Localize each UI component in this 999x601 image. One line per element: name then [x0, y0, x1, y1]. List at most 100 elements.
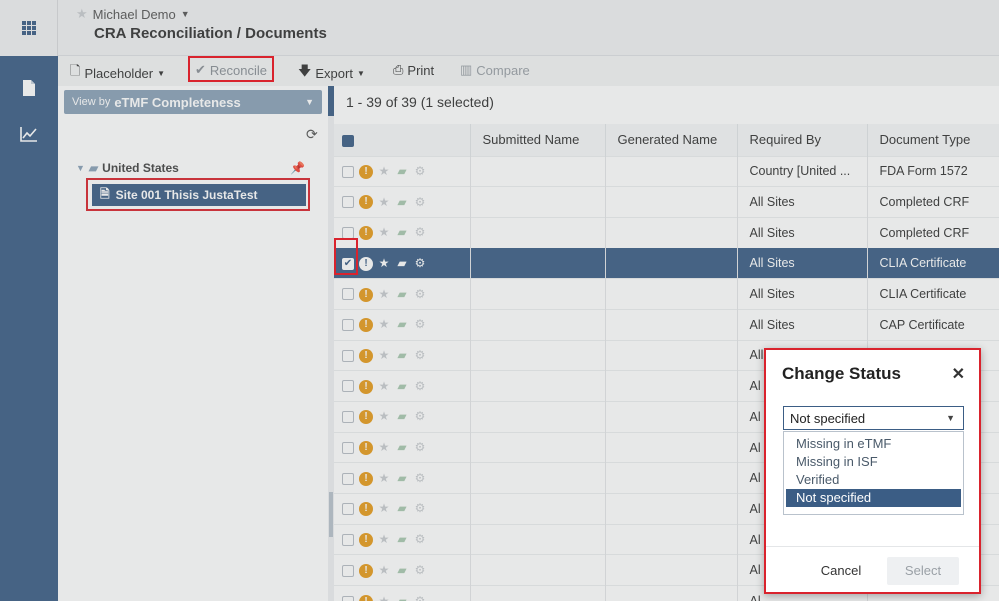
document-icon[interactable]: ▰	[393, 471, 411, 485]
alert-icon[interactable]: !	[359, 195, 373, 210]
star-icon[interactable]: ★	[375, 256, 393, 270]
select-button[interactable]: Select	[887, 557, 959, 585]
gear-icon[interactable]: ⚙	[411, 225, 429, 239]
tree-node-country[interactable]: ▼ ▰ United States	[76, 161, 179, 175]
placeholder-button[interactable]: 🗋 Placeholder ▼	[70, 62, 165, 84]
column-document-type[interactable]: Document Type	[866, 124, 999, 156]
gear-icon[interactable]: ⚙	[411, 379, 429, 393]
cancel-button[interactable]: Cancel	[810, 557, 872, 585]
view-by-dropdown[interactable]: View by eTMF Completeness ▼	[64, 90, 322, 114]
close-icon[interactable]: ✕	[952, 364, 965, 384]
user-menu[interactable]: ★ Michael Demo ▼	[76, 6, 190, 22]
gear-icon[interactable]: ⚙	[411, 471, 429, 485]
document-icon[interactable]: ▰	[393, 409, 411, 423]
document-icon[interactable]: ▰	[393, 440, 411, 454]
document-icon[interactable]: ▰	[393, 563, 411, 577]
row-checkbox[interactable]	[342, 227, 354, 239]
print-button[interactable]: ⎙ Print	[393, 62, 434, 78]
reconcile-button[interactable]: ✔ Reconcile	[195, 62, 267, 78]
table-row[interactable]: ! ★ ▰ ⚙ All Sites Completed CRF	[334, 186, 999, 218]
document-icon[interactable]: ▰	[393, 256, 411, 270]
star-icon[interactable]: ★	[375, 501, 393, 515]
star-icon[interactable]: ★	[375, 409, 393, 423]
pin-icon[interactable]: 📌	[290, 161, 305, 175]
star-icon[interactable]: ★	[375, 379, 393, 393]
star-icon[interactable]: ★	[375, 532, 393, 546]
gear-icon[interactable]: ⚙	[411, 164, 429, 178]
scrollbar-thumb[interactable]	[329, 492, 333, 537]
row-checkbox[interactable]	[342, 349, 354, 362]
select-all-checkbox[interactable]	[342, 134, 354, 147]
document-icon[interactable]: ▰	[393, 225, 411, 239]
document-icon[interactable]: ▰	[393, 348, 411, 362]
alert-icon[interactable]: !	[359, 226, 373, 241]
column-submitted-name[interactable]: Submitted Name	[469, 124, 605, 156]
option-missing-isf[interactable]: Missing in ISF	[784, 453, 963, 471]
row-checkbox[interactable]	[342, 380, 354, 393]
alert-icon[interactable]: !	[359, 471, 373, 486]
table-row[interactable]: ✔! ★ ▰ ⚙ All Sites CLIA Certificate	[334, 247, 999, 279]
row-checkbox[interactable]	[342, 533, 354, 546]
option-verified[interactable]: Verified	[784, 471, 963, 489]
table-row[interactable]: ! ★ ▰ ⚙ All Sites CLIA Certificate	[334, 278, 999, 310]
star-icon[interactable]: ★	[375, 563, 393, 577]
star-icon[interactable]: ★	[375, 317, 393, 331]
compare-button[interactable]: ▥ Compare	[460, 62, 530, 78]
gear-icon[interactable]: ⚙	[411, 409, 429, 423]
column-generated-name[interactable]: Generated Name	[604, 124, 737, 156]
alert-icon[interactable]: !	[359, 410, 373, 425]
row-checkbox[interactable]	[342, 564, 354, 577]
alert-icon[interactable]: !	[359, 287, 373, 302]
option-not-specified[interactable]: Not specified	[786, 489, 961, 507]
table-row[interactable]: ! ★ ▰ ⚙ All Sites Completed CRF	[334, 216, 999, 249]
star-icon[interactable]: ★	[375, 440, 393, 454]
document-icon[interactable]: ▰	[393, 532, 411, 546]
gear-icon[interactable]: ⚙	[411, 594, 429, 601]
alert-icon[interactable]: !	[359, 348, 373, 363]
row-checkbox[interactable]: ✔	[342, 257, 354, 270]
alert-icon[interactable]: !	[359, 164, 373, 179]
gear-icon[interactable]: ⚙	[411, 532, 429, 546]
alert-icon[interactable]: !	[359, 563, 373, 578]
gear-icon[interactable]: ⚙	[411, 563, 429, 577]
row-checkbox[interactable]	[342, 472, 354, 485]
refresh-icon[interactable]: ⟳	[306, 126, 318, 143]
gear-icon[interactable]: ⚙	[411, 440, 429, 454]
document-icon[interactable]: ▰	[393, 195, 411, 209]
star-icon[interactable]: ★	[375, 594, 393, 601]
select-all-cell[interactable]	[334, 124, 470, 156]
table-row[interactable]: ! ★ ▰ ⚙ Country [United ... FDA Form 1572	[334, 155, 999, 187]
splitter-handle[interactable]	[328, 86, 334, 116]
row-checkbox[interactable]	[342, 196, 354, 209]
alert-icon[interactable]: !	[359, 318, 373, 333]
gear-icon[interactable]: ⚙	[411, 348, 429, 362]
rail-analytics-button[interactable]	[0, 106, 58, 162]
apps-menu-button[interactable]	[0, 0, 58, 56]
alert-icon[interactable]: !	[359, 256, 373, 271]
alert-icon[interactable]: !	[359, 533, 373, 547]
document-icon[interactable]: ▰	[393, 317, 411, 331]
row-checkbox[interactable]	[342, 595, 354, 601]
gear-icon[interactable]: ⚙	[411, 317, 429, 331]
status-select[interactable]: Not specified ▼	[783, 406, 964, 430]
export-button[interactable]: 🡇 Export ▼	[298, 62, 365, 84]
star-icon[interactable]: ★	[375, 348, 393, 362]
row-checkbox[interactable]	[342, 503, 354, 516]
document-icon[interactable]: ▰	[393, 501, 411, 515]
document-icon[interactable]: ▰	[393, 594, 411, 601]
alert-icon[interactable]: !	[359, 594, 373, 601]
table-row[interactable]: !★▰⚙ All SitesCAP Certificate	[334, 308, 999, 341]
alert-icon[interactable]: !	[359, 502, 373, 517]
document-icon[interactable]: ▰	[393, 164, 411, 178]
row-checkbox[interactable]	[342, 288, 354, 301]
alert-icon[interactable]: !	[359, 379, 373, 394]
gear-icon[interactable]: ⚙	[411, 195, 429, 209]
row-checkbox[interactable]	[342, 411, 354, 424]
star-icon[interactable]: ★	[375, 287, 393, 301]
gear-icon[interactable]: ⚙	[411, 287, 429, 301]
star-icon[interactable]: ★	[375, 164, 393, 178]
row-checkbox[interactable]	[342, 319, 354, 332]
star-icon[interactable]: ★	[375, 471, 393, 485]
document-icon[interactable]: ▰	[393, 287, 411, 301]
column-required-by[interactable]: Required By	[736, 124, 867, 156]
